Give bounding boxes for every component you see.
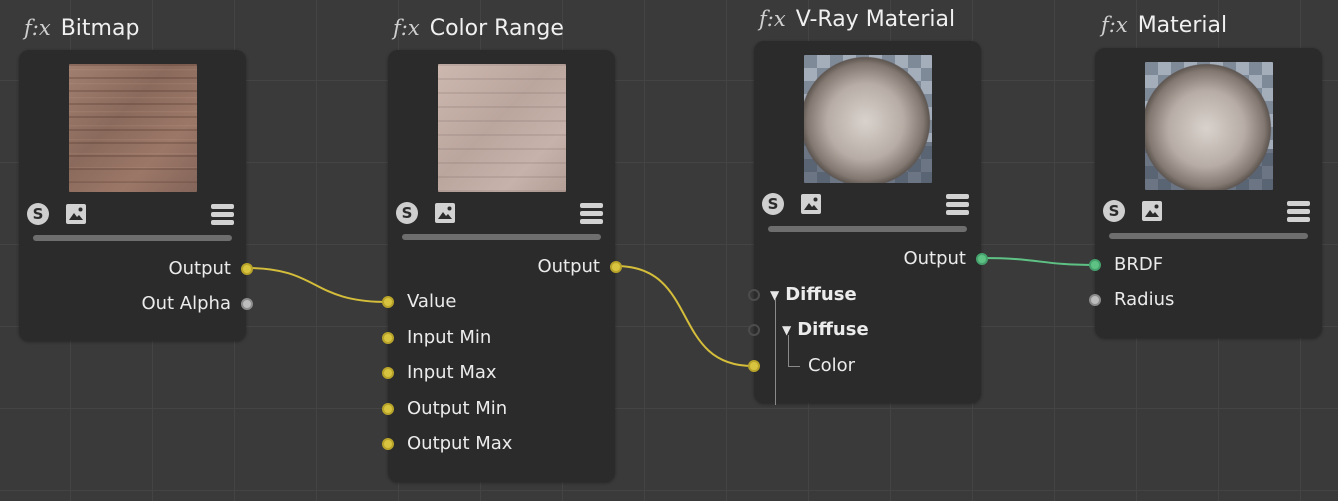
group-label: Diffuse — [785, 284, 857, 305]
port-label: Input Min — [407, 327, 492, 348]
node-icon-bar: S — [762, 193, 969, 221]
node-title-label: Material — [1137, 13, 1228, 38]
node-icon-bar: S — [1103, 200, 1310, 228]
menu-icon[interactable] — [946, 194, 969, 215]
wire-vray-to-material[interactable] — [981, 257, 1096, 266]
input-port-dot[interactable] — [1089, 258, 1101, 271]
port-label: Value — [407, 291, 457, 312]
port-label: BRDF — [1114, 254, 1164, 275]
node-title-material[interactable]: f:x Material — [1101, 13, 1227, 38]
fx-icon: f:x — [393, 16, 420, 40]
s-icon[interactable]: S — [27, 203, 49, 225]
preview-thumbnail — [804, 55, 932, 183]
group-diffuse[interactable]: ▼ Diffuse — [748, 284, 857, 305]
node-color-range[interactable]: S Output Value Input Min Input Max Outpu… — [382, 50, 622, 482]
input-port-dot[interactable] — [382, 331, 394, 344]
fx-icon: f:x — [759, 7, 786, 31]
progress-bar — [33, 235, 232, 241]
node-title-label: V-Ray Material — [795, 7, 956, 32]
progress-bar — [1109, 233, 1308, 239]
fx-icon: f:x — [1101, 13, 1128, 37]
port-output: Output — [402, 256, 622, 277]
input-port-dot[interactable] — [382, 437, 394, 450]
input-port-dot[interactable] — [382, 295, 394, 308]
port-label: Out Alpha — [141, 293, 231, 314]
port-label: Radius — [1114, 289, 1175, 310]
expand-triangle-icon[interactable]: ▼ — [782, 323, 791, 337]
port-color: Color — [748, 355, 855, 376]
input-port-dot[interactable] — [1089, 293, 1101, 306]
menu-icon[interactable] — [1287, 201, 1310, 222]
preview-thumbnail — [1145, 62, 1273, 190]
port-input-min: Input Min — [382, 327, 491, 348]
menu-icon[interactable] — [211, 204, 234, 225]
progress-bar — [768, 226, 967, 232]
port-label: Output — [168, 258, 231, 279]
port-input-max: Input Max — [382, 362, 497, 383]
port-label: Output — [537, 256, 600, 277]
port-brdf: BRDF — [1089, 254, 1163, 275]
port-label: Input Max — [407, 362, 497, 383]
port-label: Color — [808, 355, 855, 376]
node-title-label: Bitmap — [60, 16, 140, 41]
output-port-dot[interactable] — [610, 260, 622, 273]
menu-icon[interactable] — [580, 203, 603, 224]
progress-bar — [402, 234, 601, 240]
s-icon[interactable]: S — [762, 193, 784, 215]
input-port-dot[interactable] — [748, 323, 760, 336]
node-material[interactable]: S BRDF Radius — [1089, 48, 1322, 338]
output-port-dot[interactable] — [241, 262, 253, 275]
node-title-color-range[interactable]: f:x Color Range — [393, 16, 564, 41]
preview-thumbnail — [69, 64, 197, 192]
node-vray-material[interactable]: S Output ▼ Diffuse ▼ Diffuse Color — [748, 41, 988, 405]
node-bitmap[interactable]: S Output Out Alpha — [19, 50, 253, 341]
output-port-dot[interactable] — [241, 297, 253, 310]
port-label: Output Max — [407, 433, 513, 454]
input-port-dot[interactable] — [748, 359, 760, 372]
wire-bitmap-to-colorrange[interactable] — [246, 267, 389, 303]
input-port-dot[interactable] — [382, 366, 394, 379]
node-icon-bar: S — [396, 202, 603, 230]
image-icon[interactable] — [800, 193, 822, 215]
port-output: Output — [768, 248, 988, 269]
port-output: Output — [33, 258, 253, 279]
s-icon[interactable]: S — [396, 202, 418, 224]
port-label: Output — [903, 248, 966, 269]
wire-colorrange-to-vray[interactable] — [615, 265, 754, 367]
node-title-vray-material[interactable]: f:x V-Ray Material — [759, 7, 955, 32]
group-label: Diffuse — [797, 319, 869, 340]
image-icon[interactable] — [65, 203, 87, 225]
image-icon[interactable] — [434, 202, 456, 224]
port-output-max: Output Max — [382, 433, 512, 454]
output-port-dot[interactable] — [976, 252, 988, 265]
port-output-min: Output Min — [382, 398, 507, 419]
tree-line — [775, 299, 776, 405]
fx-icon: f:x — [24, 16, 51, 40]
port-label: Output Min — [407, 398, 508, 419]
port-radius: Radius — [1089, 289, 1174, 310]
node-icon-bar: S — [27, 203, 234, 231]
node-title-label: Color Range — [429, 16, 564, 41]
image-icon[interactable] — [1141, 200, 1163, 222]
s-icon[interactable]: S — [1103, 200, 1125, 222]
port-out-alpha: Out Alpha — [33, 293, 253, 314]
input-port-dot[interactable] — [382, 402, 394, 415]
port-value: Value — [382, 291, 456, 312]
input-port-dot[interactable] — [748, 288, 760, 301]
preview-thumbnail — [438, 64, 566, 192]
node-title-bitmap[interactable]: f:x Bitmap — [24, 16, 139, 41]
group-diffuse-sub[interactable]: ▼ Diffuse — [748, 319, 869, 340]
